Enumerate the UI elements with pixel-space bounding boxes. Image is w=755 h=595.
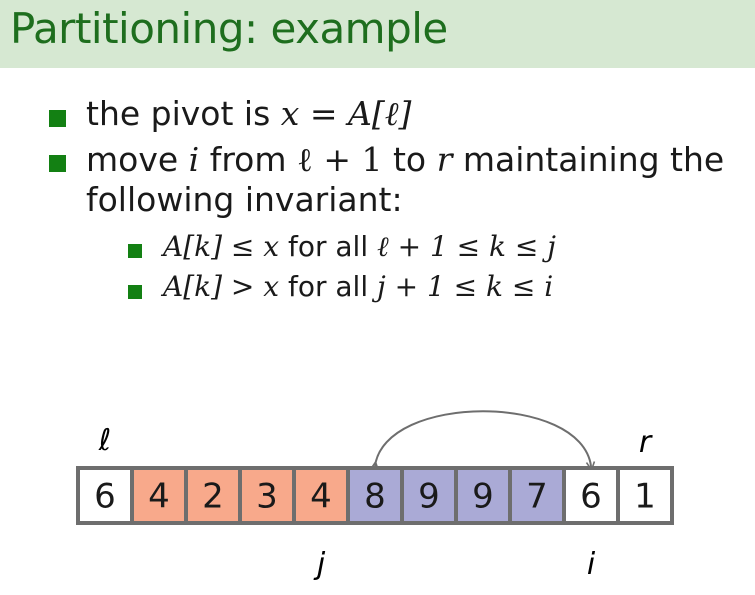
label-i: i — [587, 547, 596, 582]
label-r: r — [639, 425, 653, 460]
array-cell-value-3: 3 — [256, 477, 278, 517]
array-cells: 64234899761 — [76, 466, 674, 525]
array-cell-value-8: 7 — [526, 477, 548, 517]
label-j: j — [313, 547, 326, 582]
array-cell-value-2: 2 — [202, 477, 224, 517]
partition-array-diagram: 64234899761 ℓ r j i — [76, 410, 674, 582]
array-cell-value-0: 6 — [94, 477, 116, 517]
array-cell-value-6: 9 — [418, 477, 440, 517]
array-cell-value-9: 6 — [580, 477, 602, 517]
array-cell-value-5: 8 — [364, 477, 386, 517]
swap-arrow — [375, 410, 591, 466]
array-cell-value-7: 9 — [472, 477, 494, 517]
array-cell-value-4: 4 — [310, 477, 332, 517]
label-ell: ℓ — [98, 423, 111, 458]
array-cell-value-1: 4 — [148, 477, 170, 517]
array-cell-value-10: 1 — [634, 477, 656, 517]
